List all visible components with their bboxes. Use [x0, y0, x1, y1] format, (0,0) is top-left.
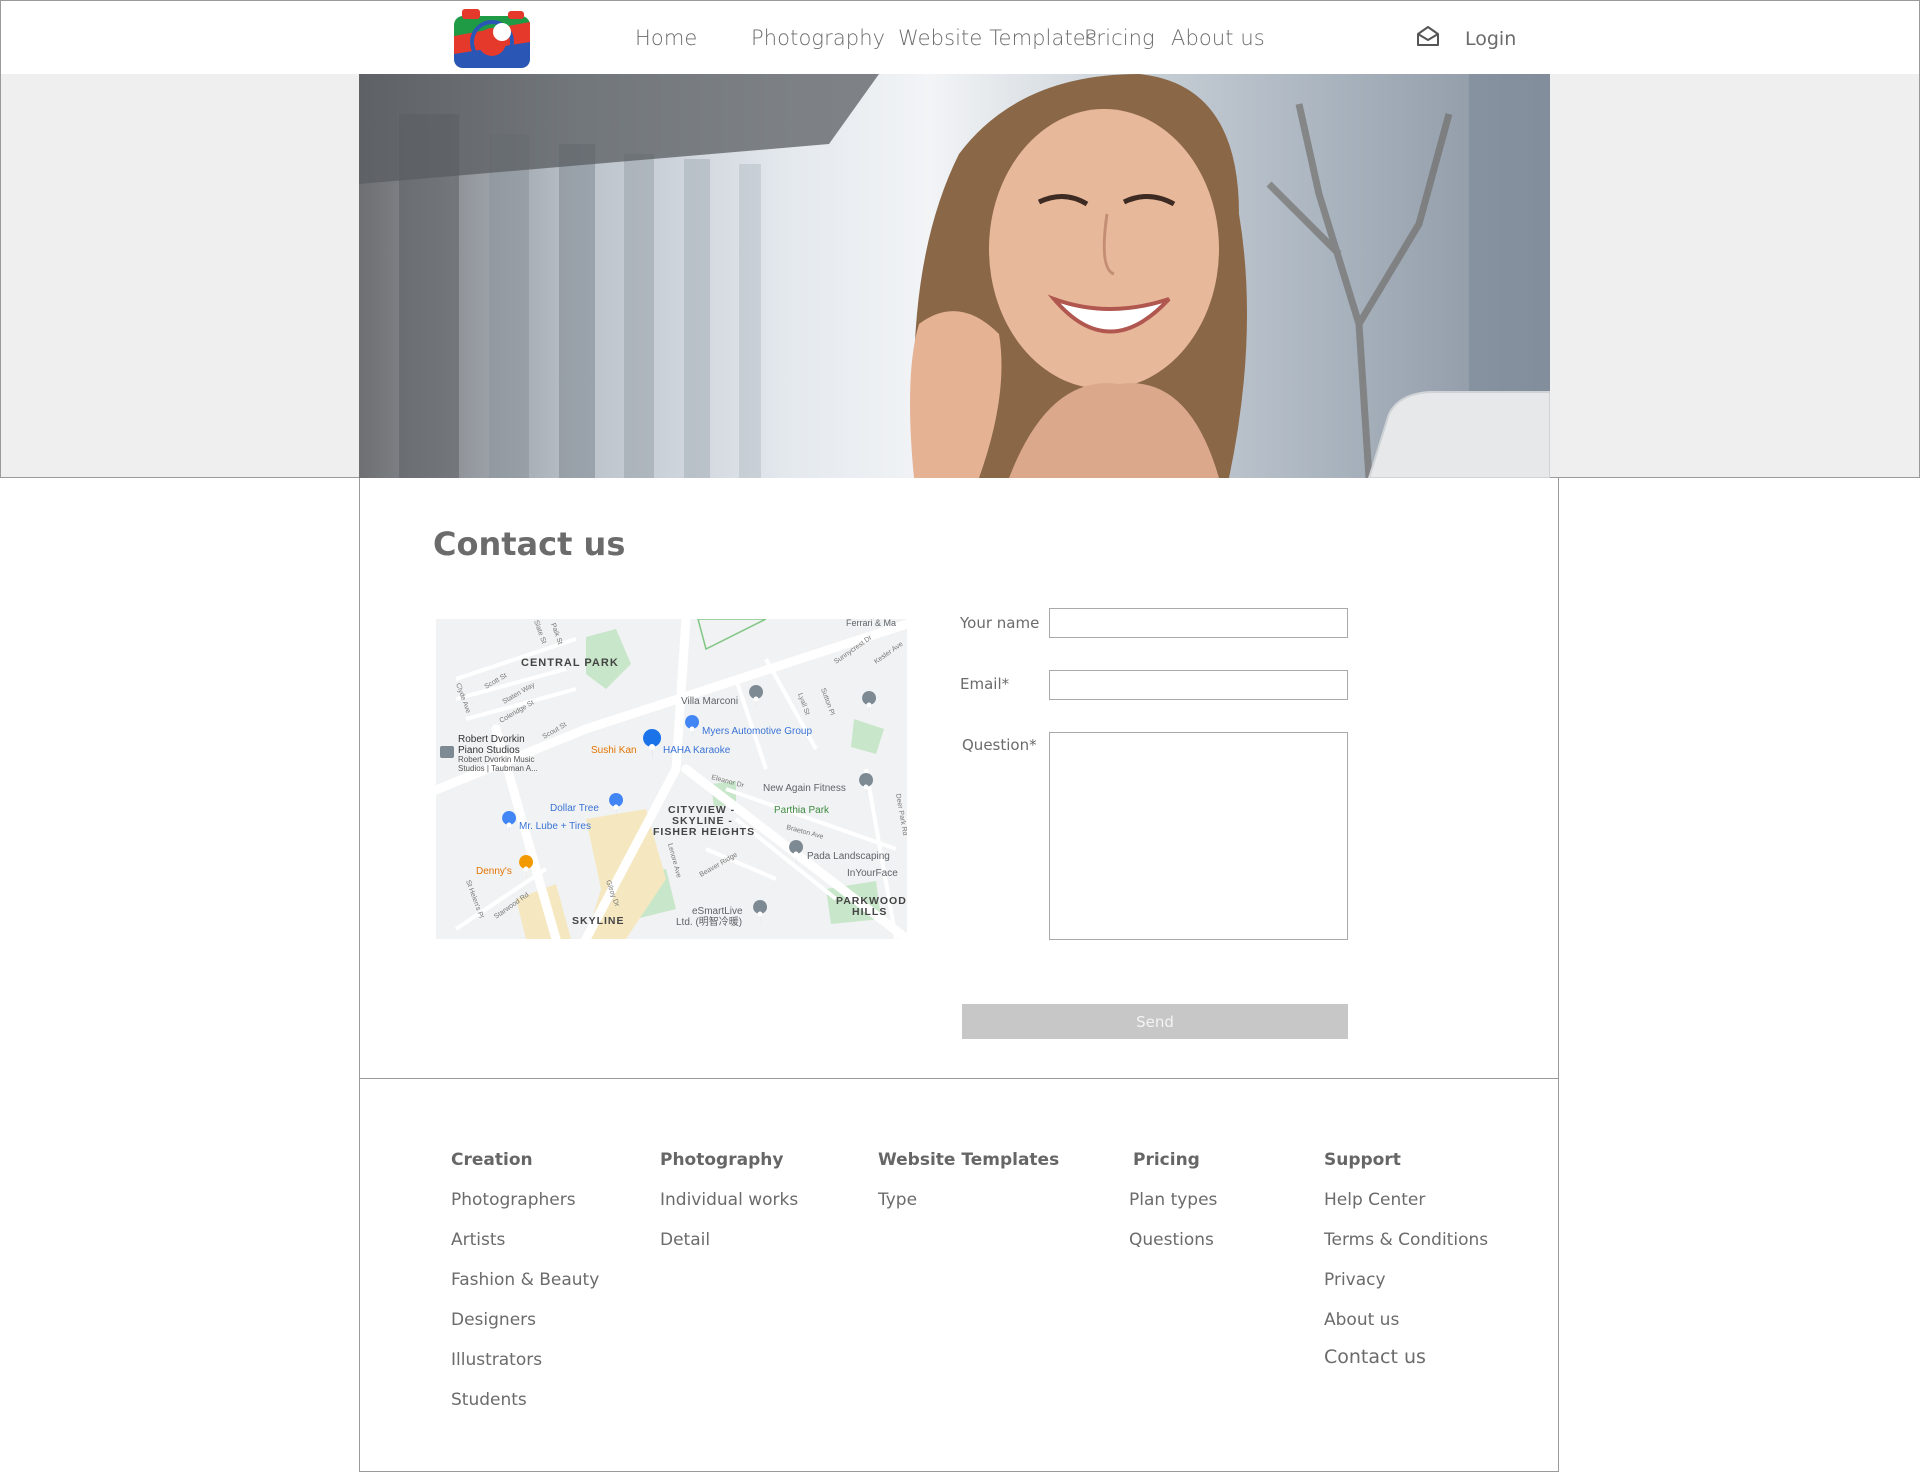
envelope-open-icon[interactable]: [1416, 25, 1440, 47]
svg-text:Mr. Lube + Tires: Mr. Lube + Tires: [519, 821, 591, 832]
svg-text:FISHER HEIGHTS: FISHER HEIGHTS: [653, 826, 755, 838]
footer-heading-support: Support: [1324, 1150, 1401, 1170]
svg-text:Studios | Taubman A...: Studios | Taubman A...: [458, 764, 538, 773]
footer-link-about-us[interactable]: About us: [1324, 1310, 1399, 1330]
name-input[interactable]: [1049, 608, 1348, 638]
question-label: Question*: [962, 736, 1037, 754]
location-map[interactable]: CENTRAL PARK CITYVIEW - SKYLINE - FISHER…: [436, 619, 907, 939]
footer-link-detail[interactable]: Detail: [660, 1230, 710, 1250]
footer-link-individual-works[interactable]: Individual works: [660, 1190, 798, 1210]
footer-link-photographers[interactable]: Photographers: [451, 1190, 576, 1210]
footer-link-privacy[interactable]: Privacy: [1324, 1270, 1386, 1290]
svg-text:New Again Fitness: New Again Fitness: [763, 783, 846, 794]
email-input[interactable]: [1049, 670, 1348, 700]
footer-heading-pricing: Pricing: [1133, 1150, 1200, 1170]
nav-about-us[interactable]: About us: [1171, 26, 1265, 50]
footer-link-artists[interactable]: Artists: [451, 1230, 505, 1250]
nav-home[interactable]: Home: [635, 26, 697, 50]
footer-link-questions[interactable]: Questions: [1129, 1230, 1214, 1250]
svg-text:Ferrari & Ma: Ferrari & Ma: [846, 619, 896, 628]
footer-heading-website-templates: Website Templates: [878, 1150, 1060, 1170]
nav-pricing[interactable]: Pricing: [1084, 26, 1155, 50]
svg-text:eSmartLive: eSmartLive: [692, 906, 743, 917]
svg-text:Villa Marconi: Villa Marconi: [681, 696, 738, 707]
camera-logo-icon[interactable]: [450, 6, 534, 73]
footer-link-students[interactable]: Students: [451, 1390, 527, 1410]
login-link[interactable]: Login: [1465, 28, 1516, 50]
svg-text:Dollar Tree: Dollar Tree: [550, 803, 599, 814]
footer-link-fashion-beauty[interactable]: Fashion & Beauty: [451, 1270, 599, 1290]
site-header: Home Photography Website Templates Prici…: [0, 0, 1920, 75]
email-label: Email*: [960, 675, 1010, 693]
svg-text:HILLS: HILLS: [852, 906, 887, 918]
svg-text:HAHA Karaoke: HAHA Karaoke: [663, 745, 731, 756]
svg-text:Robert Dvorkin: Robert Dvorkin: [458, 734, 525, 745]
footer-link-type[interactable]: Type: [878, 1190, 917, 1210]
music-school-icon: [440, 746, 454, 758]
svg-text:Robert Dvorkin Music: Robert Dvorkin Music: [458, 755, 534, 764]
svg-text:Myers Automotive Group: Myers Automotive Group: [702, 726, 812, 737]
nav-website-templates[interactable]: Website Templates: [898, 26, 1097, 50]
send-button[interactable]: Send: [962, 1004, 1348, 1039]
svg-text:Pada Landscaping: Pada Landscaping: [807, 851, 890, 862]
footer-link-contact-us[interactable]: Contact us: [1324, 1346, 1426, 1368]
name-label: Your name: [960, 614, 1040, 632]
svg-text:SKYLINE: SKYLINE: [572, 915, 625, 927]
footer-heading-creation: Creation: [451, 1150, 533, 1170]
footer-heading-photography: Photography: [660, 1150, 784, 1170]
footer-link-plan-types[interactable]: Plan types: [1129, 1190, 1217, 1210]
svg-text:Ltd. (明智冷暖): Ltd. (明智冷暖): [676, 915, 742, 928]
page-title: Contact us: [433, 525, 626, 563]
svg-text:Denny's: Denny's: [476, 866, 512, 877]
map-area-label: CENTRAL PARK: [521, 657, 619, 669]
footer-link-terms-conditions[interactable]: Terms & Conditions: [1324, 1230, 1488, 1250]
svg-text:Parthia Park: Parthia Park: [774, 805, 830, 816]
nav-photography[interactable]: Photography: [751, 26, 885, 50]
footer-link-help-center[interactable]: Help Center: [1324, 1190, 1425, 1210]
footer-link-illustrators[interactable]: Illustrators: [451, 1350, 542, 1370]
svg-text:Sushi Kan: Sushi Kan: [591, 745, 637, 756]
question-textarea[interactable]: [1049, 732, 1348, 940]
footer-link-designers[interactable]: Designers: [451, 1310, 536, 1330]
hero-photo: [359, 74, 1550, 478]
svg-text:InYourFace: InYourFace: [847, 868, 898, 879]
